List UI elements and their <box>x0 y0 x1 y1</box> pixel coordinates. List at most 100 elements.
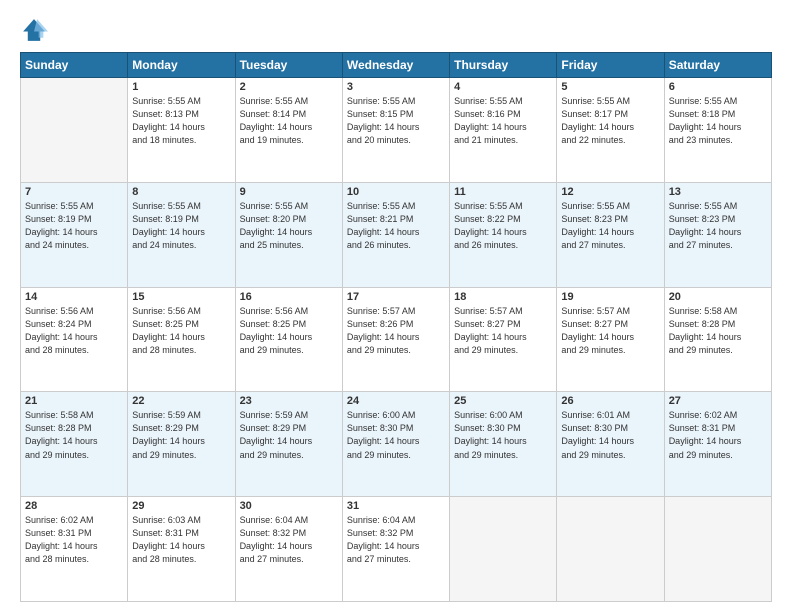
day-number: 16 <box>240 291 338 303</box>
day-info: Sunrise: 5:55 AMSunset: 8:19 PMDaylight:… <box>132 200 230 252</box>
day-number: 21 <box>25 395 123 407</box>
day-number: 4 <box>454 81 552 93</box>
day-cell: 17 Sunrise: 5:57 AMSunset: 8:26 PMDayligh… <box>342 287 449 392</box>
day-info: Sunrise: 5:56 AMSunset: 8:25 PMDaylight:… <box>132 305 230 357</box>
day-cell: 22 Sunrise: 5:59 AMSunset: 8:29 PMDayligh… <box>128 392 235 497</box>
day-cell: 13 Sunrise: 5:55 AMSunset: 8:23 PMDayligh… <box>664 182 771 287</box>
day-info: Sunrise: 5:59 AMSunset: 8:29 PMDaylight:… <box>132 409 230 461</box>
day-header-friday: Friday <box>557 53 664 78</box>
day-number: 27 <box>669 395 767 407</box>
day-number: 8 <box>132 186 230 198</box>
day-number: 28 <box>25 500 123 512</box>
day-number: 10 <box>347 186 445 198</box>
day-cell <box>557 497 664 602</box>
day-info: Sunrise: 5:55 AMSunset: 8:18 PMDaylight:… <box>669 95 767 147</box>
day-cell: 7Sunrise: 5:55 AMSunset: 8:19 PMDaylight… <box>21 182 128 287</box>
day-cell: 8 Sunrise: 5:55 AMSunset: 8:19 PMDaylight… <box>128 182 235 287</box>
day-number: 30 <box>240 500 338 512</box>
day-number: 25 <box>454 395 552 407</box>
day-info: Sunrise: 5:55 AMSunset: 8:15 PMDaylight:… <box>347 95 445 147</box>
day-cell: 10 Sunrise: 5:55 AMSunset: 8:21 PMDayligh… <box>342 182 449 287</box>
day-cell: 11 Sunrise: 5:55 AMSunset: 8:22 PMDayligh… <box>450 182 557 287</box>
day-cell: 5 Sunrise: 5:55 AMSunset: 8:17 PMDaylight… <box>557 78 664 183</box>
calendar-table: SundayMondayTuesdayWednesdayThursdayFrid… <box>20 52 772 602</box>
week-row-0: 1 Sunrise: 5:55 AMSunset: 8:13 PMDaylight… <box>21 78 772 183</box>
day-cell: 26 Sunrise: 6:01 AMSunset: 8:30 PMDayligh… <box>557 392 664 497</box>
day-info: Sunrise: 6:00 AMSunset: 8:30 PMDaylight:… <box>347 409 445 461</box>
day-info: Sunrise: 6:04 AMSunset: 8:32 PMDaylight:… <box>347 514 445 566</box>
day-cell: 6Sunrise: 5:55 AMSunset: 8:18 PMDaylight… <box>664 78 771 183</box>
day-number: 26 <box>561 395 659 407</box>
day-number: 9 <box>240 186 338 198</box>
day-info: Sunrise: 5:55 AMSunset: 8:20 PMDaylight:… <box>240 200 338 252</box>
day-number: 5 <box>561 81 659 93</box>
logo-icon <box>20 16 48 44</box>
day-cell: 28 Sunrise: 6:02 AMSunset: 8:31 PMDayligh… <box>21 497 128 602</box>
day-cell <box>450 497 557 602</box>
day-info: Sunrise: 6:04 AMSunset: 8:32 PMDaylight:… <box>240 514 338 566</box>
day-cell: 25 Sunrise: 6:00 AMSunset: 8:30 PMDayligh… <box>450 392 557 497</box>
day-header-saturday: Saturday <box>664 53 771 78</box>
day-header-sunday: Sunday <box>21 53 128 78</box>
day-cell <box>664 497 771 602</box>
day-cell: 30 Sunrise: 6:04 AMSunset: 8:32 PMDayligh… <box>235 497 342 602</box>
day-cell: 23 Sunrise: 5:59 AMSunset: 8:29 PMDayligh… <box>235 392 342 497</box>
week-row-1: 7Sunrise: 5:55 AMSunset: 8:19 PMDaylight… <box>21 182 772 287</box>
day-cell: 21Sunrise: 5:58 AMSunset: 8:28 PMDayligh… <box>21 392 128 497</box>
day-cell: 3Sunrise: 5:55 AMSunset: 8:15 PMDaylight… <box>342 78 449 183</box>
day-cell: 2Sunrise: 5:55 AMSunset: 8:14 PMDaylight… <box>235 78 342 183</box>
day-info: Sunrise: 6:02 AMSunset: 8:31 PMDaylight:… <box>25 514 123 566</box>
day-info: Sunrise: 5:58 AMSunset: 8:28 PMDaylight:… <box>669 305 767 357</box>
day-header-wednesday: Wednesday <box>342 53 449 78</box>
day-number: 12 <box>561 186 659 198</box>
day-number: 22 <box>132 395 230 407</box>
day-info: Sunrise: 5:55 AMSunset: 8:16 PMDaylight:… <box>454 95 552 147</box>
logo <box>20 16 52 44</box>
day-cell: 29Sunrise: 6:03 AMSunset: 8:31 PMDayligh… <box>128 497 235 602</box>
day-number: 19 <box>561 291 659 303</box>
day-number: 1 <box>132 81 230 93</box>
day-number: 18 <box>454 291 552 303</box>
day-info: Sunrise: 5:55 AMSunset: 8:23 PMDaylight:… <box>669 200 767 252</box>
day-header-tuesday: Tuesday <box>235 53 342 78</box>
day-number: 17 <box>347 291 445 303</box>
day-info: Sunrise: 5:55 AMSunset: 8:13 PMDaylight:… <box>132 95 230 147</box>
day-header-thursday: Thursday <box>450 53 557 78</box>
day-number: 11 <box>454 186 552 198</box>
day-info: Sunrise: 5:55 AMSunset: 8:21 PMDaylight:… <box>347 200 445 252</box>
day-cell: 12Sunrise: 5:55 AMSunset: 8:23 PMDayligh… <box>557 182 664 287</box>
day-cell: 18Sunrise: 5:57 AMSunset: 8:27 PMDayligh… <box>450 287 557 392</box>
day-cell: 4 Sunrise: 5:55 AMSunset: 8:16 PMDaylight… <box>450 78 557 183</box>
day-cell: 19 Sunrise: 5:57 AMSunset: 8:27 PMDayligh… <box>557 287 664 392</box>
header <box>20 16 772 44</box>
day-info: Sunrise: 6:00 AMSunset: 8:30 PMDaylight:… <box>454 409 552 461</box>
day-number: 31 <box>347 500 445 512</box>
day-info: Sunrise: 5:57 AMSunset: 8:27 PMDaylight:… <box>561 305 659 357</box>
day-cell <box>21 78 128 183</box>
week-row-2: 14Sunrise: 5:56 AMSunset: 8:24 PMDayligh… <box>21 287 772 392</box>
day-cell: 16 Sunrise: 5:56 AMSunset: 8:25 PMDayligh… <box>235 287 342 392</box>
day-info: Sunrise: 5:56 AMSunset: 8:24 PMDaylight:… <box>25 305 123 357</box>
day-number: 24 <box>347 395 445 407</box>
day-cell: 20 Sunrise: 5:58 AMSunset: 8:28 PMDayligh… <box>664 287 771 392</box>
day-cell: 24 Sunrise: 6:00 AMSunset: 8:30 PMDayligh… <box>342 392 449 497</box>
day-info: Sunrise: 5:55 AMSunset: 8:17 PMDaylight:… <box>561 95 659 147</box>
day-cell: 1 Sunrise: 5:55 AMSunset: 8:13 PMDaylight… <box>128 78 235 183</box>
day-info: Sunrise: 5:55 AMSunset: 8:19 PMDaylight:… <box>25 200 123 252</box>
day-number: 13 <box>669 186 767 198</box>
day-info: Sunrise: 5:56 AMSunset: 8:25 PMDaylight:… <box>240 305 338 357</box>
day-info: Sunrise: 5:57 AMSunset: 8:26 PMDaylight:… <box>347 305 445 357</box>
day-info: Sunrise: 5:55 AMSunset: 8:14 PMDaylight:… <box>240 95 338 147</box>
day-number: 23 <box>240 395 338 407</box>
day-info: Sunrise: 6:01 AMSunset: 8:30 PMDaylight:… <box>561 409 659 461</box>
day-header-monday: Monday <box>128 53 235 78</box>
week-row-3: 21Sunrise: 5:58 AMSunset: 8:28 PMDayligh… <box>21 392 772 497</box>
day-cell: 27Sunrise: 6:02 AMSunset: 8:31 PMDayligh… <box>664 392 771 497</box>
day-cell: 9 Sunrise: 5:55 AMSunset: 8:20 PMDaylight… <box>235 182 342 287</box>
page: SundayMondayTuesdayWednesdayThursdayFrid… <box>0 0 792 612</box>
day-number: 20 <box>669 291 767 303</box>
day-info: Sunrise: 5:55 AMSunset: 8:22 PMDaylight:… <box>454 200 552 252</box>
day-info: Sunrise: 5:59 AMSunset: 8:29 PMDaylight:… <box>240 409 338 461</box>
day-cell: 15Sunrise: 5:56 AMSunset: 8:25 PMDayligh… <box>128 287 235 392</box>
day-cell: 14Sunrise: 5:56 AMSunset: 8:24 PMDayligh… <box>21 287 128 392</box>
